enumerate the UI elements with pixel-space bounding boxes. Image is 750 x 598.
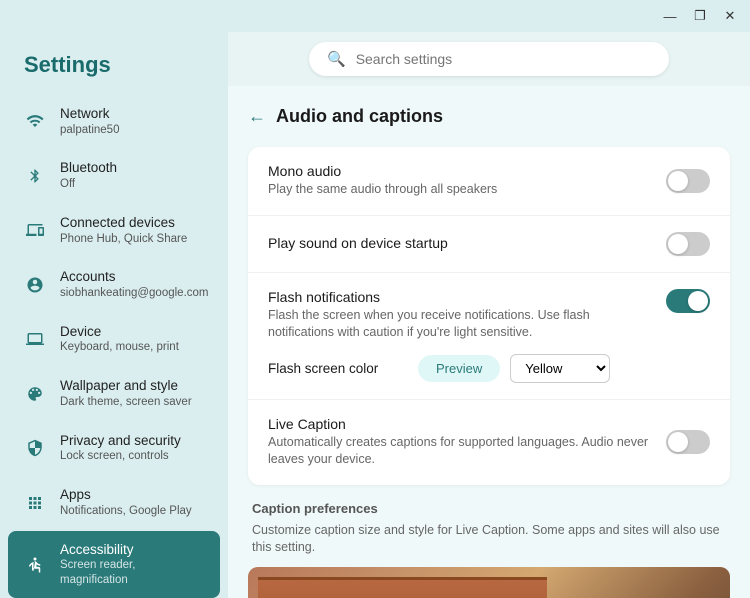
live-caption-info: Live Caption Automatically creates capti… bbox=[268, 416, 666, 469]
flash-toggle[interactable] bbox=[666, 289, 710, 313]
settings-card: Mono audio Play the same audio through a… bbox=[248, 147, 730, 485]
startup-sound-name: Play sound on device startup bbox=[268, 235, 650, 251]
caption-image bbox=[248, 567, 730, 598]
flash-desc: Flash the screen when you receive notifi… bbox=[268, 307, 650, 342]
top-bar: 🔍 bbox=[228, 32, 750, 86]
page-header: ← Audio and captions bbox=[248, 102, 730, 131]
titlebar: — ❐ ✕ bbox=[0, 0, 750, 32]
shield-icon bbox=[24, 437, 46, 459]
sidebar-item-device[interactable]: Device Keyboard, mouse, print bbox=[8, 313, 220, 365]
minimize-button[interactable]: — bbox=[656, 5, 684, 27]
mono-audio-desc: Play the same audio through all speakers bbox=[268, 181, 650, 199]
app-window: Settings Network palpatine50 Bluetooth bbox=[0, 32, 750, 598]
startup-sound-info: Play sound on device startup bbox=[268, 235, 666, 253]
flash-color-row: Flash screen color Preview Yellow White … bbox=[268, 354, 710, 383]
wallpaper-text: Wallpaper and style Dark theme, screen s… bbox=[60, 377, 192, 409]
sidebar-item-wallpaper[interactable]: Wallpaper and style Dark theme, screen s… bbox=[8, 367, 220, 419]
connected-text: Connected devices Phone Hub, Quick Share bbox=[60, 214, 187, 246]
devices-icon bbox=[24, 219, 46, 241]
live-caption-toggle-knob bbox=[668, 432, 688, 452]
live-caption-name: Live Caption bbox=[268, 416, 650, 432]
mono-audio-row: Mono audio Play the same audio through a… bbox=[248, 147, 730, 216]
mono-audio-toggle[interactable] bbox=[666, 169, 710, 193]
accounts-text: Accounts siobhankeating@google.com bbox=[60, 268, 209, 300]
main-content: 🔍 ← Audio and captions Mono audio Play t… bbox=[228, 32, 750, 598]
back-button[interactable]: ← bbox=[248, 106, 266, 127]
flash-top: Flash notifications Flash the screen whe… bbox=[268, 289, 710, 342]
caption-preferences-section: Caption preferences Customize caption si… bbox=[248, 501, 730, 598]
mono-audio-name: Mono audio bbox=[268, 163, 650, 179]
search-input[interactable] bbox=[356, 51, 651, 67]
mono-audio-info: Mono audio Play the same audio through a… bbox=[268, 163, 666, 199]
bluetooth-text: Bluetooth Off bbox=[60, 159, 117, 191]
startup-sound-row: Play sound on device startup bbox=[248, 216, 730, 273]
caption-preferences-header: Caption preferences bbox=[248, 501, 730, 516]
live-caption-toggle[interactable] bbox=[666, 430, 710, 454]
content-panel: ← Audio and captions Mono audio Play the… bbox=[228, 86, 750, 598]
maximize-button[interactable]: ❐ bbox=[686, 5, 714, 27]
flash-toggle-knob bbox=[688, 291, 708, 311]
device-icon bbox=[24, 328, 46, 350]
caption-preview: The quick brown fox jumps over the lazy … bbox=[248, 567, 730, 598]
device-text: Device Keyboard, mouse, print bbox=[60, 323, 179, 355]
sidebar-item-privacy[interactable]: Privacy and security Lock screen, contro… bbox=[8, 422, 220, 474]
account-icon bbox=[24, 274, 46, 296]
flash-notifications-section: Flash notifications Flash the screen whe… bbox=[248, 273, 730, 400]
sidebar: Settings Network palpatine50 Bluetooth bbox=[0, 32, 228, 598]
sidebar-item-apps[interactable]: Apps Notifications, Google Play bbox=[8, 476, 220, 528]
page-title: Audio and captions bbox=[276, 106, 443, 127]
apps-icon bbox=[24, 492, 46, 514]
bluetooth-icon bbox=[24, 165, 46, 187]
wifi-icon bbox=[24, 110, 46, 132]
startup-sound-toggle-knob bbox=[668, 234, 688, 254]
caption-preferences-desc: Customize caption size and style for Liv… bbox=[248, 522, 730, 557]
sidebar-item-accounts[interactable]: Accounts siobhankeating@google.com bbox=[8, 258, 220, 310]
app-title: Settings bbox=[0, 32, 228, 94]
palette-icon bbox=[24, 383, 46, 405]
search-bar[interactable]: 🔍 bbox=[309, 42, 669, 76]
flash-name: Flash notifications bbox=[268, 289, 650, 305]
mono-audio-toggle-knob bbox=[668, 171, 688, 191]
sidebar-item-connected[interactable]: Connected devices Phone Hub, Quick Share bbox=[8, 204, 220, 256]
color-select[interactable]: Yellow White Red Blue Green bbox=[510, 354, 610, 383]
sidebar-item-bluetooth[interactable]: Bluetooth Off bbox=[8, 149, 220, 201]
privacy-text: Privacy and security Lock screen, contro… bbox=[60, 432, 181, 464]
live-caption-row: Live Caption Automatically creates capti… bbox=[248, 400, 730, 485]
live-caption-desc: Automatically creates captions for suppo… bbox=[268, 434, 650, 469]
network-text: Network palpatine50 bbox=[60, 105, 119, 137]
flash-info: Flash notifications Flash the screen whe… bbox=[268, 289, 666, 342]
preview-button[interactable]: Preview bbox=[418, 355, 500, 382]
flash-color-label: Flash screen color bbox=[268, 361, 408, 376]
apps-text: Apps Notifications, Google Play bbox=[60, 486, 192, 518]
search-icon: 🔍 bbox=[327, 50, 346, 68]
sidebar-item-accessibility[interactable]: Accessibility Screen reader, magnificati… bbox=[8, 531, 220, 598]
sidebar-item-network[interactable]: Network palpatine50 bbox=[8, 95, 220, 147]
accessibility-text: Accessibility Screen reader, magnificati… bbox=[60, 541, 204, 588]
startup-sound-toggle[interactable] bbox=[666, 232, 710, 256]
accessibility-icon bbox=[24, 554, 46, 576]
close-button[interactable]: ✕ bbox=[716, 5, 744, 27]
